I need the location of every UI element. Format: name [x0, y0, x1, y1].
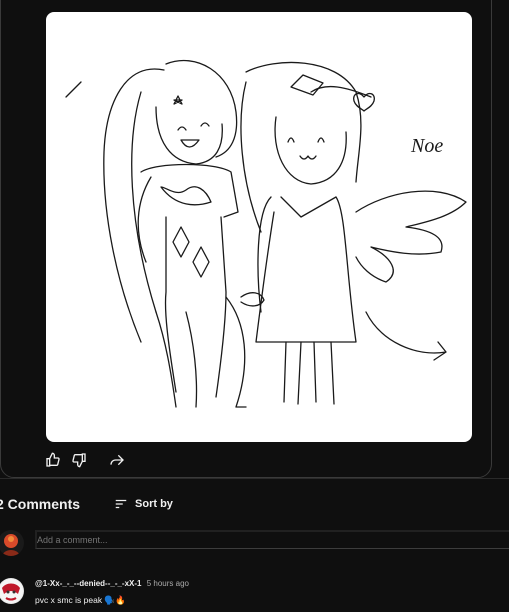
post-action-bar — [44, 450, 134, 470]
section-divider — [0, 478, 509, 479]
share-icon[interactable] — [108, 451, 126, 469]
comment-text: pvc x smc is peak 🗣️🔥 — [35, 595, 126, 605]
post-image: Noe — [46, 12, 472, 442]
comment-author-avatar[interactable] — [0, 578, 24, 604]
comment-timestamp[interactable]: 5 hours ago — [147, 579, 189, 588]
sort-by-label: Sort by — [135, 498, 173, 510]
sort-by-button[interactable]: Sort by — [114, 497, 173, 511]
artist-signature: Noe — [410, 135, 443, 157]
comments-header: 2 Comments Sort by — [0, 496, 173, 512]
thumbs-down-icon[interactable] — [70, 451, 88, 469]
comment-meta: @1-Xx-_-_--denied--_-_-xX-1 5 hours ago — [35, 579, 189, 588]
add-comment-input[interactable] — [35, 530, 509, 549]
sort-icon — [115, 499, 127, 509]
thumbs-up-icon[interactable] — [44, 451, 62, 469]
avatar — [0, 530, 24, 556]
comments-count: 2 Comments — [0, 496, 81, 512]
comment-author[interactable]: @1-Xx-_-_--denied--_-_-xX-1 — [35, 579, 142, 588]
